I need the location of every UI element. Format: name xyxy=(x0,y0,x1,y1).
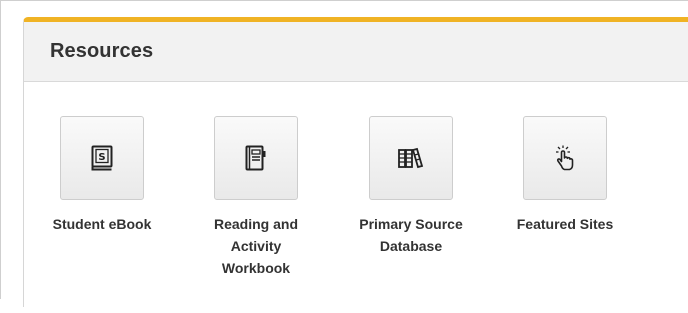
primary-source-button[interactable] xyxy=(369,116,453,200)
student-ebook-label[interactable]: Student eBook xyxy=(42,213,162,235)
tap-hand-icon xyxy=(554,145,576,171)
books-icon xyxy=(398,147,424,169)
resources-panel: Resources S Student eBook Reading and Ac… xyxy=(23,17,688,307)
featured-sites-tile[interactable]: Featured Sites xyxy=(505,116,625,235)
page-frame: Resources S Student eBook Reading and Ac… xyxy=(0,0,688,307)
svg-text:S: S xyxy=(98,152,105,163)
panel-header: Resources xyxy=(24,22,688,82)
resource-tiles: S Student eBook Reading and Activity Wor… xyxy=(24,83,684,313)
student-ebook-button[interactable]: S xyxy=(60,116,144,200)
ebook-icon: S xyxy=(91,145,113,171)
workbook-tile[interactable]: Reading and Activity Workbook xyxy=(196,116,316,279)
featured-sites-label[interactable]: Featured Sites xyxy=(505,213,625,235)
primary-source-tile[interactable]: Primary Source Database xyxy=(351,116,471,257)
workbook-icon xyxy=(245,145,267,171)
featured-sites-button[interactable] xyxy=(523,116,607,200)
student-ebook-tile[interactable]: S Student eBook xyxy=(42,116,162,235)
workbook-button[interactable] xyxy=(214,116,298,200)
workbook-label[interactable]: Reading and Activity Workbook xyxy=(196,213,316,279)
panel-title: Resources xyxy=(50,40,154,62)
primary-source-label[interactable]: Primary Source Database xyxy=(351,213,471,257)
